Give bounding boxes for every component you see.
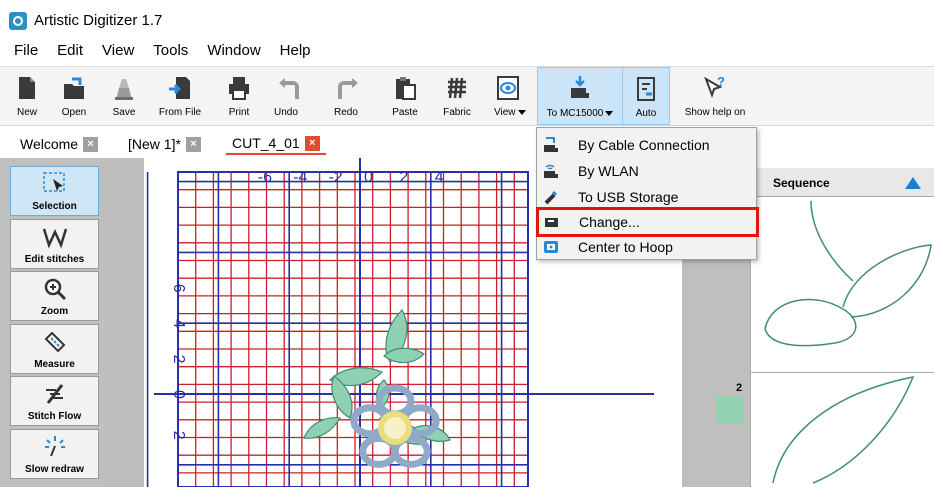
usb-icon [544,190,558,205]
from-file-button[interactable]: From File [152,67,208,125]
redo-arrow-icon [338,78,358,99]
auto-button[interactable]: Auto [623,67,670,125]
app-logo-icon [9,12,27,30]
collapse-up-icon[interactable] [905,177,921,189]
open-button[interactable]: Open [56,67,92,125]
title-bar: Artistic Digitizer 1.7 [0,0,934,40]
view-dropdown-icon [517,109,526,115]
tab-cut-4-01-label: CUT_4_01 [232,135,300,151]
tab-welcome[interactable]: Welcome × [14,133,104,155]
fabric-button[interactable]: Fabric [436,67,478,125]
stitch-flow-tool[interactable]: Stitch Flow [10,376,99,426]
y-tick-label: 6 [170,284,187,293]
undo-button[interactable]: Undo [268,67,320,125]
x-tick-label: 2 [399,169,408,186]
zoom-magnifier-icon [44,278,66,301]
close-icon[interactable]: × [185,136,201,152]
auto-transfer-icon [637,77,655,101]
svg-text:?: ? [717,75,725,89]
view-eye-icon [496,76,519,100]
view-label: View [494,107,516,118]
leaf-outline-thumbnail [772,375,915,484]
machine-change-icon [545,218,558,227]
window-title: Artistic Digitizer 1.7 [34,12,163,29]
sequence-title: Sequence [773,176,830,190]
measure-tool[interactable]: Measure [10,324,99,374]
menu-edit[interactable]: Edit [57,42,83,64]
sequence-item-2[interactable] [751,372,934,487]
y-tick-label: -2 [170,425,187,439]
flower-center-stitch [378,411,412,445]
printer-icon [229,77,249,100]
x-tick-label: -4 [293,169,307,186]
sequence-header: Sequence [751,168,934,196]
slow-redraw-tool[interactable]: Slow redraw [10,429,99,479]
save-button[interactable]: Save [108,67,140,125]
edit-stitches-icon [42,228,67,249]
new-file-icon [19,77,35,99]
show-help-button[interactable]: ? Show help on [680,67,750,125]
menu-view[interactable]: View [102,42,134,64]
view-button[interactable]: View [490,67,534,125]
thread-color-swatch[interactable] [716,396,744,424]
y-tick-label: 2 [170,355,187,364]
close-icon[interactable]: × [83,136,99,152]
to-machine-dropdown-icon [605,110,614,116]
sequence-item-1[interactable] [751,196,934,372]
document-tab-bar: Welcome × [New 1]* × CUT_4_01 × [0,131,934,157]
measure-ruler-icon [44,331,65,353]
to-machine-label: To MC15000 [546,108,604,119]
send-to-machine-menu: By Cable Connection By WLAN To USB Stora… [536,127,759,260]
tab-cut-4-01[interactable]: CUT_4_01 × [226,133,326,155]
y-tick-label: 0 [170,390,187,399]
leaf-stitch [303,417,341,439]
zoom-tool[interactable]: Zoom [10,271,99,321]
tab-new-1[interactable]: [New 1]* × [122,133,207,155]
stitch-flow-icon [45,384,63,404]
to-machine-button[interactable]: To MC15000 [537,67,623,125]
cable-machine-icon [544,137,558,152]
selection-tool[interactable]: Selection [10,166,99,216]
undo-arrow-icon [278,78,299,99]
fabric-grid-icon [448,77,466,99]
paste-button[interactable]: Paste [386,67,424,125]
close-icon[interactable]: × [304,135,320,151]
selection-cursor-icon [42,172,65,192]
x-tick-label: 0 [364,169,373,186]
import-file-icon [169,77,190,99]
y-tick-label: 4 [170,319,187,328]
menu-help[interactable]: Help [280,42,311,64]
sequence-panel: Sequence [750,158,934,487]
x-tick-label: -6 [258,169,272,186]
main-toolbar: New Open Save From File Print Undo Redo … [0,66,934,126]
save-machine-icon [115,79,133,100]
hoop-center-icon [544,241,558,253]
redo-button[interactable]: Redo [328,67,378,125]
menu-tools[interactable]: Tools [153,42,188,64]
menu-file[interactable]: File [14,42,38,64]
menu-item-by-wlan[interactable]: By WLAN [537,158,756,184]
slow-redraw-icon [44,436,65,457]
leaf-outline-thumbnail [764,200,932,347]
menu-item-by-cable[interactable]: By Cable Connection [537,132,756,158]
menu-bar: File Edit View Tools Window Help [0,42,330,64]
open-folder-icon [64,77,84,99]
tab-welcome-label: Welcome [20,136,79,152]
paste-clipboard-icon [396,77,416,100]
menu-item-to-usb[interactable]: To USB Storage [537,184,756,210]
send-to-machine-icon [571,76,589,98]
menu-window[interactable]: Window [207,42,260,64]
x-tick-label: -2 [329,169,343,186]
sequence-item-number: 2 [736,382,743,394]
tab-new-1-label: [New 1]* [128,136,181,152]
x-tick-label: 4 [435,169,444,186]
help-cursor-icon: ? [704,75,725,98]
edit-stitches-tool[interactable]: Edit stitches [10,219,99,269]
menu-item-change[interactable]: Change... [536,207,759,237]
wlan-machine-icon [544,164,558,178]
print-button[interactable]: Print [222,67,256,125]
menu-item-center-hoop[interactable]: Center to Hoop [537,234,756,260]
new-button[interactable]: New [12,67,42,125]
tool-panel: Selection Edit stitches Zoom Measure Sti… [0,158,104,487]
